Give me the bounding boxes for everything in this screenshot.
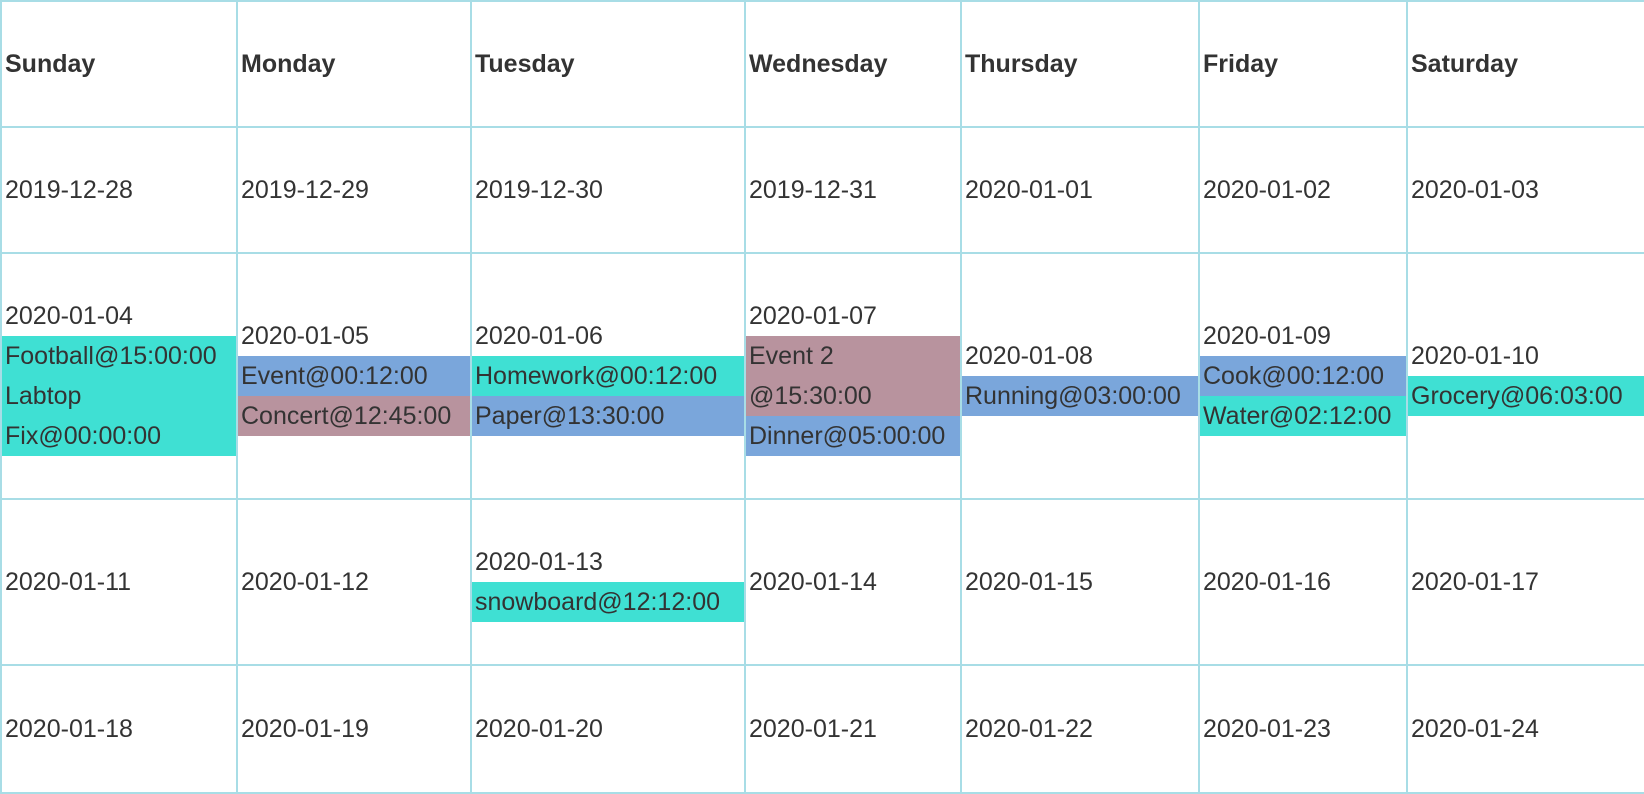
day-cell[interactable]: 2020-01-03 bbox=[1406, 126, 1644, 254]
day-date: 2020-01-17 bbox=[1411, 568, 1539, 596]
day-cell[interactable]: 2020-01-15 bbox=[960, 498, 1200, 666]
calendar-table: Sunday Monday Tuesday Wednesday Thursday… bbox=[0, 0, 1644, 794]
day-cell[interactable]: 2020-01-16 bbox=[1198, 498, 1408, 666]
day-date: 2020-01-06 bbox=[475, 322, 603, 350]
day-cell[interactable]: 2020-01-18 bbox=[0, 664, 238, 794]
calendar-event[interactable]: Labtop Fix@00:00:00 bbox=[3, 376, 235, 456]
day-cell[interactable]: 2020-01-04 Football@15:00:00 Labtop Fix@00… bbox=[0, 252, 238, 500]
day-cell[interactable]: 2020-01-11 bbox=[0, 498, 238, 666]
day-cell[interactable]: 2020-01-24 bbox=[1406, 664, 1644, 794]
day-cell[interactable]: 2020-01-02 bbox=[1198, 126, 1408, 254]
day-cell[interactable]: 2020-01-06 Homework@00:12:00 Paper@13:30:0… bbox=[470, 252, 746, 500]
week-row: 2020-01-18 2020-01-19 2020-01-20 2020-01… bbox=[0, 664, 1644, 794]
day-date: 2020-01-18 bbox=[5, 715, 133, 743]
calendar-event[interactable]: Running@03:00:00 bbox=[963, 376, 1197, 416]
calendar-event[interactable]: Event@00:12:00 bbox=[239, 356, 469, 396]
weekday-label: Saturday bbox=[1411, 50, 1518, 78]
day-cell[interactable]: 2020-01-20 bbox=[470, 664, 746, 794]
day-cell[interactable]: 2020-01-22 bbox=[960, 664, 1200, 794]
weekday-header-monday: Monday bbox=[236, 0, 472, 128]
day-date: 2019-12-28 bbox=[5, 176, 133, 204]
week-row: 2019-12-28 2019-12-29 2019-12-30 2019-12… bbox=[0, 126, 1644, 254]
day-date: 2020-01-20 bbox=[475, 715, 603, 743]
weekday-header-row: Sunday Monday Tuesday Wednesday Thursday… bbox=[0, 0, 1644, 128]
weekday-label: Monday bbox=[241, 50, 336, 78]
day-cell[interactable]: 2019-12-30 bbox=[470, 126, 746, 254]
weekday-header-sunday: Sunday bbox=[0, 0, 238, 128]
day-cell[interactable]: 2019-12-31 bbox=[744, 126, 962, 254]
day-date: 2020-01-24 bbox=[1411, 715, 1539, 743]
weekday-header-friday: Friday bbox=[1198, 0, 1408, 128]
day-date: 2020-01-07 bbox=[749, 302, 877, 330]
day-date: 2019-12-31 bbox=[749, 176, 877, 204]
day-cell[interactable]: 2020-01-17 bbox=[1406, 498, 1644, 666]
calendar-event[interactable]: Cook@00:12:00 bbox=[1201, 356, 1405, 396]
day-date: 2020-01-14 bbox=[749, 568, 877, 596]
weekday-header-wednesday: Wednesday bbox=[744, 0, 962, 128]
day-date: 2020-01-23 bbox=[1203, 715, 1331, 743]
calendar-event[interactable]: snowboard@12:12:00 bbox=[473, 582, 743, 622]
weekday-header-thursday: Thursday bbox=[960, 0, 1200, 128]
calendar-event[interactable]: Grocery@06:03:00 bbox=[1409, 376, 1643, 416]
calendar-event[interactable]: Concert@12:45:00 bbox=[239, 396, 469, 436]
calendar-body: 2019-12-28 2019-12-29 2019-12-30 2019-12… bbox=[0, 126, 1644, 794]
weekday-label: Thursday bbox=[965, 50, 1078, 78]
day-cell[interactable]: 2020-01-23 bbox=[1198, 664, 1408, 794]
day-cell[interactable]: 2020-01-21 bbox=[744, 664, 962, 794]
day-date: 2020-01-11 bbox=[5, 568, 132, 596]
day-cell[interactable]: 2020-01-19 bbox=[236, 664, 472, 794]
day-cell[interactable]: 2019-12-29 bbox=[236, 126, 472, 254]
day-cell[interactable]: 2020-01-09 Cook@00:12:00 Water@02:12:00 bbox=[1198, 252, 1408, 500]
weekday-header-tuesday: Tuesday bbox=[470, 0, 746, 128]
day-cell[interactable]: 2020-01-12 bbox=[236, 498, 472, 666]
day-cell[interactable]: 2019-12-28 bbox=[0, 126, 238, 254]
day-date: 2020-01-10 bbox=[1411, 342, 1539, 370]
calendar-event[interactable]: Football@15:00:00 bbox=[3, 336, 235, 376]
day-date: 2019-12-29 bbox=[241, 176, 369, 204]
day-cell[interactable]: 2020-01-07 Event 2 @15:30:00 Dinner@05:00:… bbox=[744, 252, 962, 500]
day-date: 2020-01-22 bbox=[965, 715, 1093, 743]
weekday-label: Sunday bbox=[5, 50, 96, 78]
day-cell[interactable]: 2020-01-10 Grocery@06:03:00 bbox=[1406, 252, 1644, 500]
calendar-event[interactable]: Paper@13:30:00 bbox=[473, 396, 743, 436]
day-cell[interactable]: 2020-01-08 Running@03:00:00 bbox=[960, 252, 1200, 500]
day-date: 2020-01-12 bbox=[241, 568, 369, 596]
day-date: 2019-12-30 bbox=[475, 176, 603, 204]
calendar-event[interactable]: Event 2 @15:30:00 bbox=[747, 336, 959, 416]
day-date: 2020-01-05 bbox=[241, 322, 369, 350]
day-date: 2020-01-16 bbox=[1203, 568, 1331, 596]
day-date: 2020-01-15 bbox=[965, 568, 1093, 596]
day-date: 2020-01-01 bbox=[965, 176, 1093, 204]
day-date: 2020-01-21 bbox=[749, 715, 877, 743]
day-date: 2020-01-03 bbox=[1411, 176, 1539, 204]
week-row: 2020-01-04 Football@15:00:00 Labtop Fix@00… bbox=[0, 252, 1644, 500]
calendar-event[interactable]: Water@02:12:00 bbox=[1201, 396, 1405, 436]
day-date: 2020-01-09 bbox=[1203, 322, 1331, 350]
day-cell[interactable]: 2020-01-01 bbox=[960, 126, 1200, 254]
calendar-event[interactable]: Dinner@05:00:00 bbox=[747, 416, 959, 456]
weekday-label: Tuesday bbox=[475, 50, 575, 78]
calendar-event[interactable]: Homework@00:12:00 bbox=[473, 356, 743, 396]
day-date: 2020-01-04 bbox=[5, 302, 133, 330]
day-date: 2020-01-19 bbox=[241, 715, 369, 743]
day-cell[interactable]: 2020-01-05 Event@00:12:00 Concert@12:45:00 bbox=[236, 252, 472, 500]
day-cell[interactable]: 2020-01-14 bbox=[744, 498, 962, 666]
day-date: 2020-01-13 bbox=[475, 548, 603, 576]
weekday-header-saturday: Saturday bbox=[1406, 0, 1644, 128]
day-date: 2020-01-08 bbox=[965, 342, 1093, 370]
weekday-label: Wednesday bbox=[749, 50, 888, 78]
day-cell[interactable]: 2020-01-13 snowboard@12:12:00 bbox=[470, 498, 746, 666]
week-row: 2020-01-11 2020-01-12 2020-01-13 snowboar… bbox=[0, 498, 1644, 666]
weekday-label: Friday bbox=[1203, 50, 1279, 78]
day-date: 2020-01-02 bbox=[1203, 176, 1331, 204]
